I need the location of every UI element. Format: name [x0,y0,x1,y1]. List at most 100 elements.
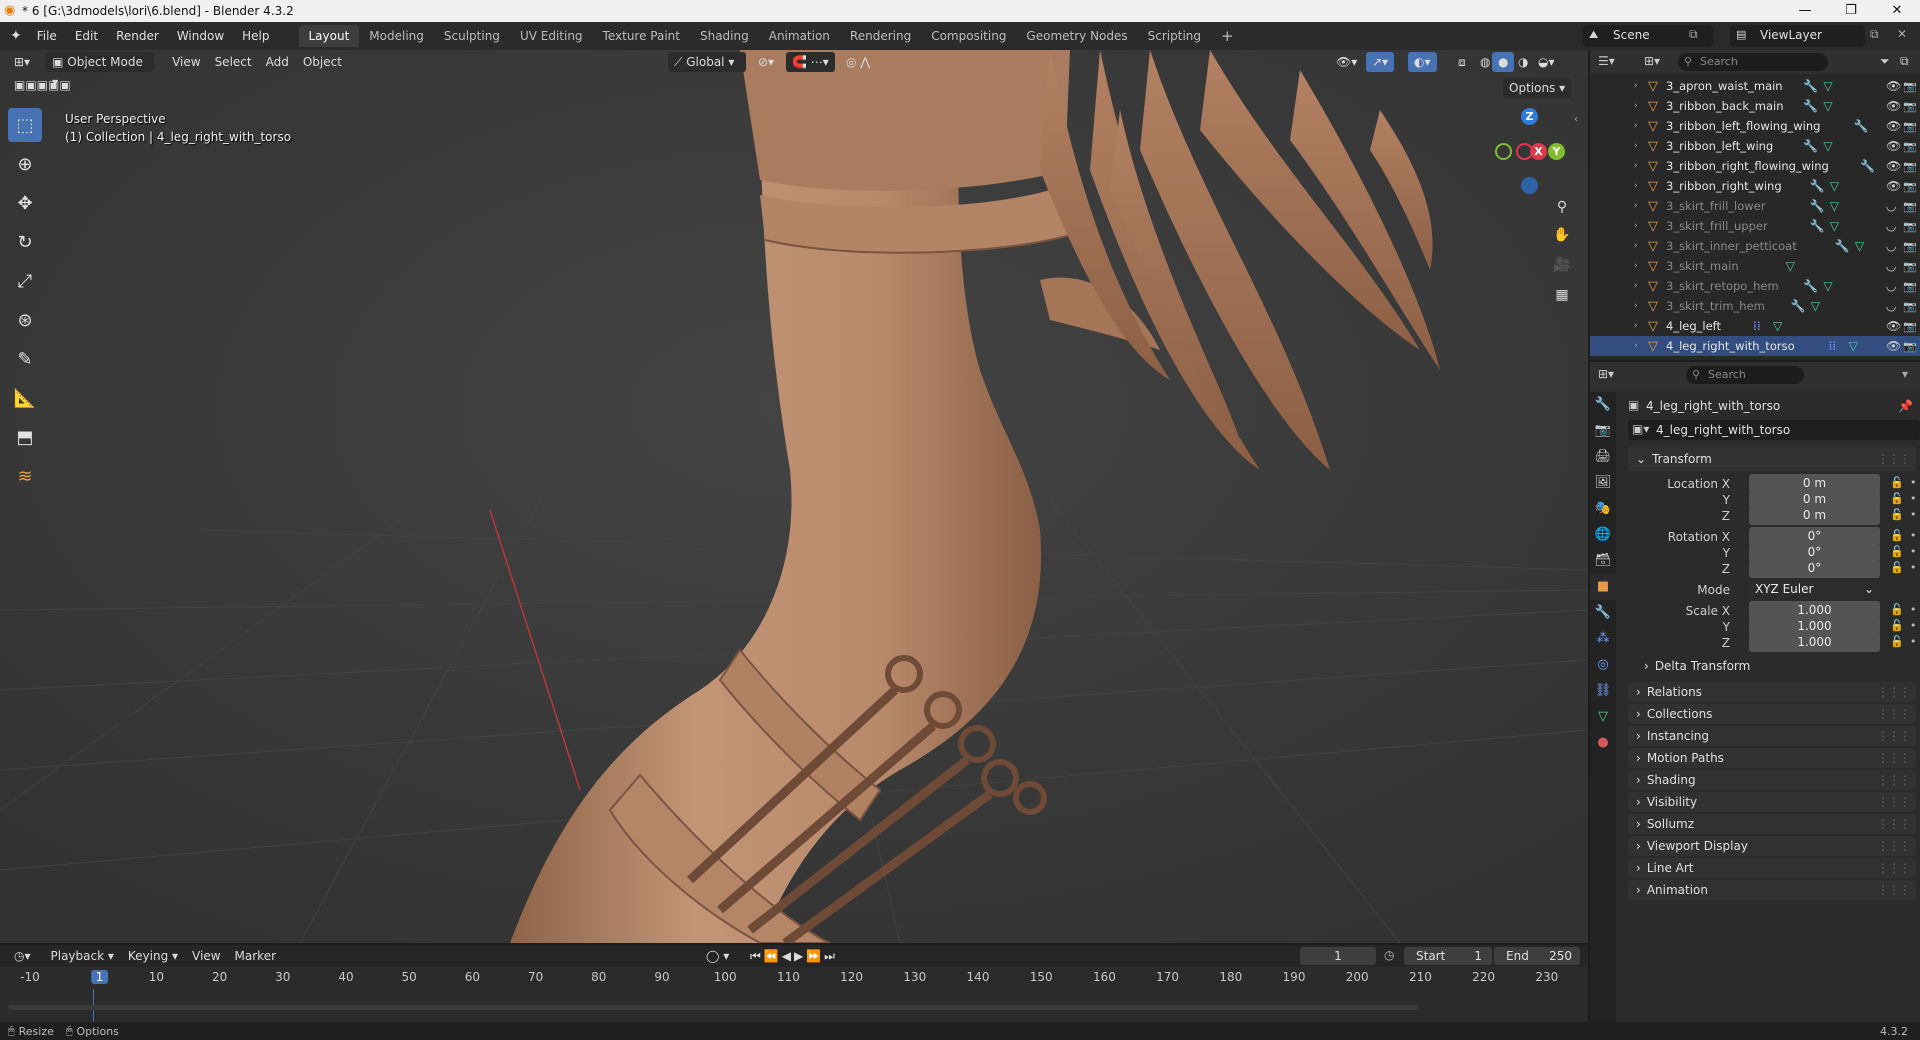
outliner-row[interactable]: › ▽ 3_ribbon_right_wing 🔧 ▽ 👁 📷 [1590,176,1920,196]
camera-icon[interactable]: 📷 [1903,280,1917,293]
modifier-icon[interactable]: 🔧 [1803,79,1818,93]
expand-arrow-icon[interactable]: › [1634,81,1638,91]
rendered-shading-icon[interactable]: ◒▾ [1532,52,1561,72]
lock-icon[interactable]: 🔓 [1890,492,1904,505]
proportional-edit-icon[interactable]: ◎ ⋀ [840,52,876,72]
drag-handle-icon[interactable]: ⋮⋮⋮ [1877,773,1911,787]
expand-arrow-icon[interactable]: › [1634,301,1638,311]
collection-tab-icon[interactable]: 🗃 [1590,548,1616,574]
menu-render[interactable]: Render [107,29,168,43]
current-frame-marker[interactable]: 1 [90,970,109,984]
object-name[interactable]: 3_skirt_main [1666,259,1739,273]
select-box-tool-icon[interactable]: ⬚ [8,108,42,142]
drag-handle-icon[interactable]: ⋮⋮⋮ [1877,452,1911,466]
eye-icon[interactable]: 👁 [1886,319,1901,333]
outliner-row[interactable]: › ▽ 4_leg_left ⁞⁞ ▽ 👁 📷 [1590,316,1920,336]
menu-object[interactable]: Object [297,52,348,72]
transform-section[interactable]: ⌄ Transform ⋮⋮⋮ [1628,447,1916,471]
expand-arrow-icon[interactable]: › [1634,201,1638,211]
mesh-data-icon[interactable]: ▽ [1823,99,1832,113]
delta-transform-subpanel[interactable]: › Delta Transform [1644,659,1750,673]
mesh-data-icon[interactable]: ▽ [1823,279,1832,293]
outliner-search-input[interactable]: ⚲ Search [1678,53,1828,71]
remove-view-layer-icon[interactable]: ✕ [1897,27,1907,41]
drag-handle-icon[interactable]: ⋮⋮⋮ [1877,817,1911,831]
section-animation[interactable]: › Animation ⋮⋮⋮ [1628,880,1916,900]
frame-ruler[interactable]: -10 1 10 20 30 40 50 60 70 80 90 100 110 120 130 140 150… [0,967,1588,989]
camera-icon[interactable]: 📷 [1903,100,1917,113]
mesh-data-icon[interactable]: ▽ [1773,319,1782,333]
object-name-field[interactable]: ▣▾ 4_leg_right_with_torso [1628,420,1920,440]
outliner-row[interactable]: › ▽ 3_ribbon_left_flowing_wing 🔧 👁 📷 [1590,116,1920,136]
transform-tool-icon[interactable]: ⊛ [8,303,42,337]
outliner-row[interactable]: › ▽ 3_ribbon_right_flowing_wing 🔧 👁 📷 [1590,156,1920,176]
mesh-data-icon[interactable]: ▽ [1786,259,1795,273]
mesh-data-tab-icon[interactable]: ▽ [1590,704,1616,730]
mesh-data-icon[interactable]: ▽ [1830,219,1839,233]
tool-tab-icon[interactable]: 🔧 [1590,392,1616,418]
camera-icon[interactable]: 📷 [1903,120,1917,133]
expand-arrow-icon[interactable]: › [1634,241,1638,251]
expand-arrow-icon[interactable]: › [1634,121,1638,131]
eye-closed-icon[interactable]: ◡ [1886,279,1896,293]
eye-icon[interactable]: 👁 [1886,339,1901,353]
tab-texture-paint[interactable]: Texture Paint [593,25,690,47]
section-shading[interactable]: › Shading ⋮⋮⋮ [1628,770,1916,790]
camera-icon[interactable]: 📷 [1903,300,1917,313]
physics-tab-icon[interactable]: ◎ [1590,652,1616,678]
tab-modeling[interactable]: Modeling [359,25,434,47]
gizmo-x-axis[interactable]: X [1530,143,1547,160]
sidebar-toggle-icon[interactable]: ‹ [1574,114,1578,125]
keyframe-dot-icon[interactable]: • [1910,545,1917,558]
zoom-icon[interactable]: ⚲ [1549,194,1575,220]
object-name[interactable]: 3_skirt_inner_petticoat [1666,239,1797,253]
tab-compositing[interactable]: Compositing [921,25,1016,47]
scale-z-field[interactable]: 1.000 [1749,633,1880,652]
rotate-tool-icon[interactable]: ↻ [8,225,42,259]
expand-arrow-icon[interactable]: › [1634,261,1638,271]
section-motion-paths[interactable]: › Motion Paths ⋮⋮⋮ [1628,748,1916,768]
object-name[interactable]: 3_apron_waist_main [1666,79,1783,93]
modifier-icon[interactable]: 🔧 [1835,239,1850,253]
camera-icon[interactable]: 📷 [1903,80,1917,93]
camera-view-icon[interactable]: 🎥 [1549,252,1575,278]
gizmo-toggle-icon[interactable]: ↗▾ [1366,52,1395,72]
object-name[interactable]: 4_leg_right_with_torso [1666,339,1795,353]
keyframe-dot-icon[interactable]: • [1910,619,1917,632]
drag-handle-icon[interactable]: ⋮⋮⋮ [1877,883,1911,897]
eye-closed-icon[interactable]: ◡ [1886,259,1896,273]
selection-mode-icons[interactable]: ▣▣▣▣▣ [14,78,71,92]
keyframe-dot-icon[interactable]: • [1910,476,1917,489]
outliner-row[interactable]: › ▽ 3_ribbon_left_wing 🔧 ▽ 👁 📷 [1590,136,1920,156]
tab-geometry-nodes[interactable]: Geometry Nodes [1016,25,1137,47]
keyframe-dot-icon[interactable]: • [1910,492,1917,505]
lock-icon[interactable]: 🔓 [1890,529,1904,542]
lock-icon[interactable]: 🔓 [1890,603,1904,616]
pan-hand-icon[interactable]: ✋ [1549,222,1575,248]
tab-rendering[interactable]: Rendering [840,25,921,47]
menu-timeline-view[interactable]: View [186,946,226,966]
section-instancing[interactable]: › Instancing ⋮⋮⋮ [1628,726,1916,746]
snap-icon[interactable]: 🧲 ⋯▾ [786,52,835,72]
keyframe-dot-icon[interactable]: • [1910,529,1917,542]
drag-handle-icon[interactable]: ⋮⋮⋮ [1877,729,1911,743]
keyframe-dot-icon[interactable]: • [1910,603,1917,616]
perspective-toggle-icon[interactable]: ▦ [1549,282,1575,308]
object-name[interactable]: 3_ribbon_left_flowing_wing [1666,119,1820,133]
eye-icon[interactable]: 👁 [1886,139,1901,153]
mesh-data-icon[interactable]: ▽ [1823,79,1832,93]
outliner-row[interactable]: › ▽ 3_ribbon_back_main 🔧 ▽ 👁 📷 [1590,96,1920,116]
outliner-row[interactable]: › ▽ 3_skirt_frill_upper 🔧 ▽ ◡ 📷 [1590,216,1920,236]
options-button[interactable]: Options ▾ [1503,78,1572,98]
keyframe-dot-icon[interactable]: • [1910,561,1917,574]
modifier-icon[interactable]: 🔧 [1803,279,1818,293]
filter-icon[interactable]: ⏷ [1880,54,1890,69]
expand-arrow-icon[interactable]: › [1634,101,1638,111]
move-tool-icon[interactable]: ✥ [8,186,42,220]
menu-edit[interactable]: Edit [66,29,107,43]
mesh-data-icon[interactable]: ▽ [1823,139,1832,153]
lock-icon[interactable]: 🔓 [1890,545,1904,558]
section-sollumz[interactable]: › Sollumz ⋮⋮⋮ [1628,814,1916,834]
outliner-row[interactable]: › ▽ 3_skirt_frill_lower 🔧 ▽ ◡ 📷 [1590,196,1920,216]
lock-icon[interactable]: 🔓 [1890,561,1904,574]
